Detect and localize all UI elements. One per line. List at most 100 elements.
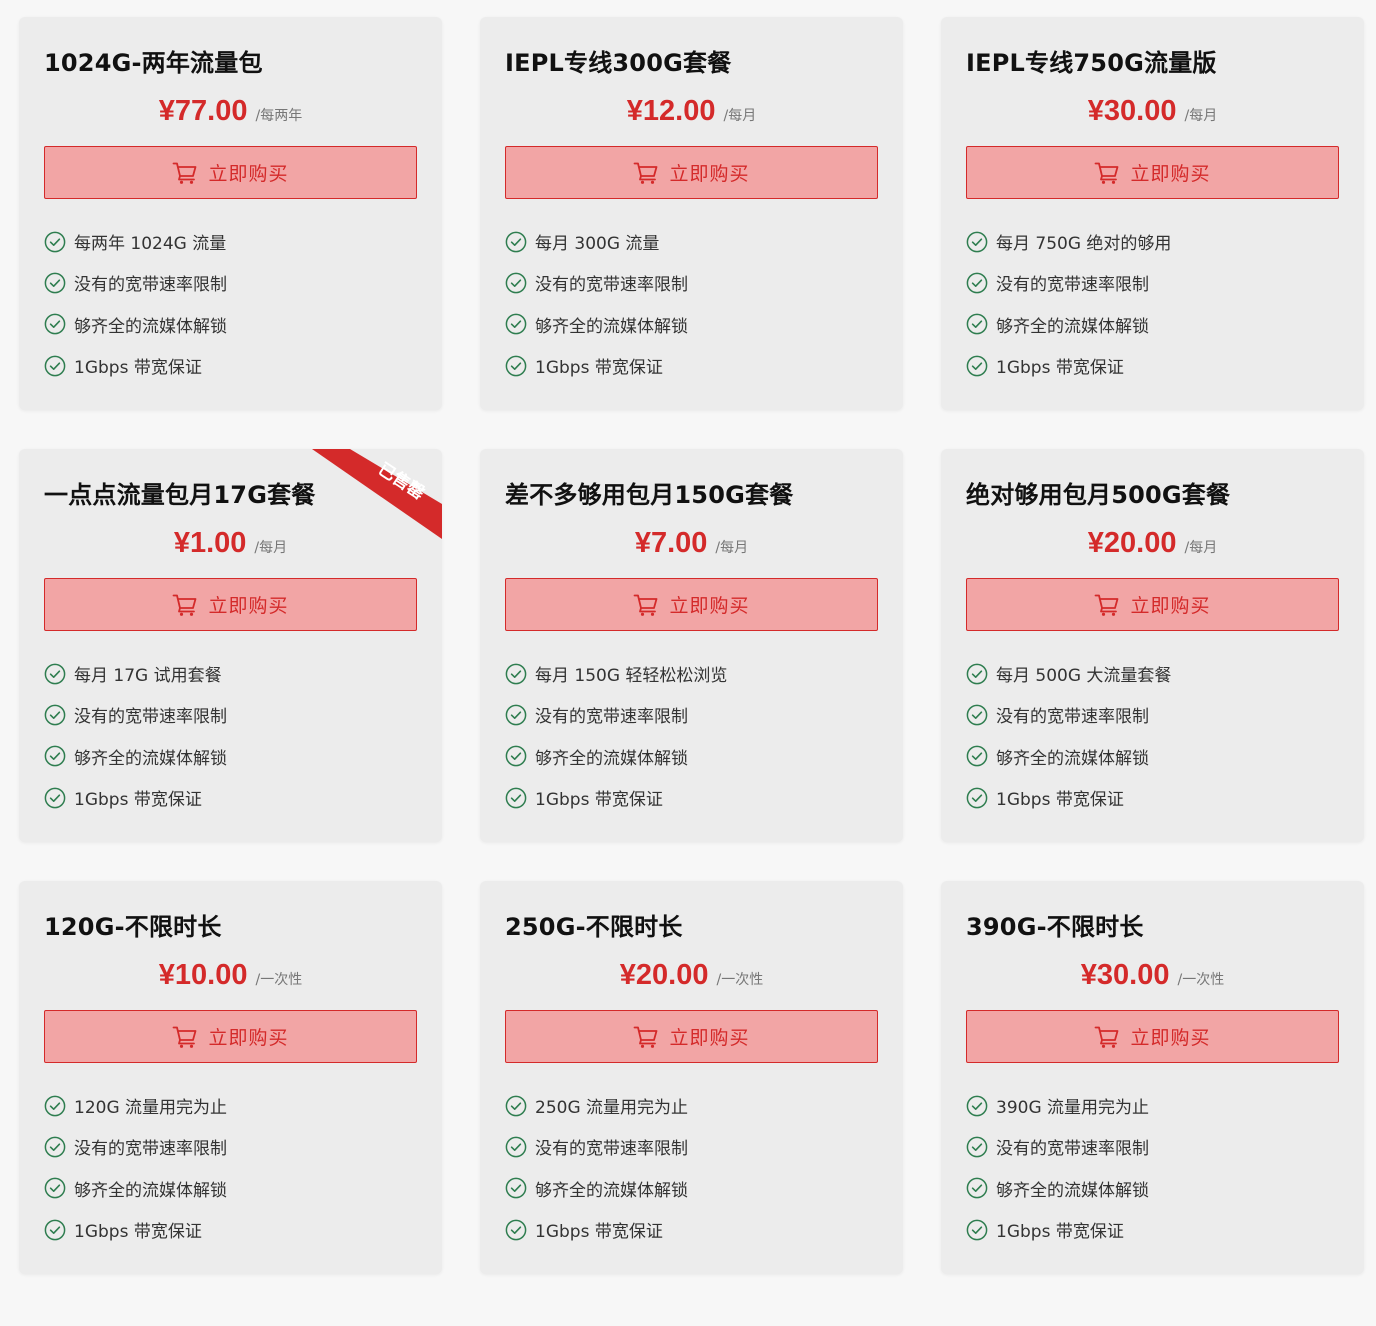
cart-icon: [173, 594, 197, 616]
check-circle-icon: [966, 231, 988, 252]
check-circle-icon: [966, 1177, 988, 1199]
feature-item: 1Gbps 带宽保证: [44, 345, 227, 386]
feature-item: 没有的宽带速率限制: [44, 694, 227, 735]
buy-now-button[interactable]: 立即购买: [44, 1010, 417, 1063]
check-circle-icon: [44, 1177, 66, 1199]
check-circle-icon: [44, 787, 66, 808]
plan-title: IEPL专线750G流量版: [966, 49, 1217, 77]
buy-now-button[interactable]: 立即购买: [44, 146, 417, 199]
feature-text: 够齐全的流媒体解锁: [996, 748, 1149, 769]
feature-text: 没有的宽带速率限制: [996, 275, 1149, 296]
check-circle-icon: [44, 663, 66, 684]
plan-period: /每月: [1184, 540, 1218, 556]
plan-card: 差不多够用包月150G套餐 ¥7.00/每月 立即购买 每月 150G 轻轻松松…: [480, 449, 903, 842]
feature-text: 1Gbps 带宽保证: [996, 358, 1124, 379]
check-circle-icon: [505, 355, 527, 376]
buy-now-button[interactable]: 立即购买: [966, 578, 1339, 631]
price-row: ¥30.00/每月: [941, 95, 1364, 128]
check-circle-icon: [44, 1136, 66, 1158]
plan-period: /一次性: [716, 972, 764, 988]
price-row: ¥7.00/每月: [480, 527, 903, 560]
feature-list: 每两年 1024G 流量没有的宽带速率限制 够齐全的流媒体解锁 1Gbps 带宽保证: [44, 221, 227, 386]
buy-now-label: 立即购买: [669, 595, 750, 617]
feature-text: 1Gbps 带宽保证: [74, 1222, 202, 1243]
feature-item: 够齐全的流媒体解锁: [966, 1168, 1149, 1209]
buy-now-label: 立即购买: [669, 1027, 750, 1049]
buy-now-button[interactable]: 立即购买: [505, 578, 878, 631]
plan-title: 120G-不限时长: [44, 913, 222, 941]
check-circle-icon: [505, 272, 527, 294]
feature-item: 够齐全的流媒体解锁: [44, 1168, 227, 1209]
price-row: ¥30.00/一次性: [941, 959, 1364, 992]
feature-item: 每月 150G 轻轻松松浏览: [505, 653, 727, 694]
check-circle-icon: [505, 704, 527, 726]
plan-card: IEPL专线750G流量版 ¥30.00/每月 立即购买 每月 750G 绝对的…: [941, 17, 1364, 410]
plan-price: ¥30.00: [1087, 95, 1177, 127]
feature-item: 没有的宽带速率限制: [505, 1126, 688, 1167]
feature-item: 没有的宽带速率限制: [966, 262, 1171, 303]
feature-item: 1Gbps 带宽保证: [966, 345, 1171, 386]
feature-text: 够齐全的流媒体解锁: [74, 748, 227, 769]
check-circle-icon: [44, 704, 66, 726]
feature-text: 没有的宽带速率限制: [74, 275, 227, 296]
plan-grid: 1024G-两年流量包 ¥77.00/每两年 立即购买 每两年 1024G 流量…: [19, 17, 1364, 1274]
plan-card: 390G-不限时长 ¥30.00/一次性 立即购买 390G 流量用完为止 没有的…: [941, 881, 1364, 1274]
buy-now-button[interactable]: 立即购买: [966, 1010, 1339, 1063]
feature-text: 没有的宽带速率限制: [996, 707, 1149, 728]
feature-list: 每月 17G 试用套餐没有的宽带速率限制够齐全的流媒体解锁 1Gbps 带宽保证: [44, 653, 227, 818]
feature-item: 1Gbps 带宽保证: [44, 777, 227, 818]
feature-list: 每月 150G 轻轻松松浏览 没有的宽带速率限制 够齐全的流媒体解锁 1Gbps 带宽…: [505, 653, 727, 818]
feature-text: 120G 流量用完为止: [74, 1098, 228, 1119]
plan-title: 250G-不限时长: [505, 913, 683, 941]
feature-list: 每月 500G 大流量套餐 没有的宽带速率限制 够齐全的流媒体解锁 1Gbps 带宽保…: [966, 653, 1171, 818]
check-circle-icon: [505, 231, 527, 252]
check-circle-icon: [966, 745, 988, 767]
check-circle-icon: [505, 1095, 527, 1116]
cart-icon: [634, 594, 658, 616]
feature-item: 每两年 1024G 流量: [44, 221, 227, 262]
feature-text: 够齐全的流媒体解锁: [996, 316, 1149, 337]
feature-item: 每月 300G 流量: [505, 221, 688, 262]
plan-period: /每月: [254, 540, 288, 556]
check-circle-icon: [44, 1219, 66, 1240]
check-circle-icon: [966, 704, 988, 726]
feature-item: 每月 17G 试用套餐: [44, 653, 227, 694]
plan-price: ¥10.00: [158, 959, 248, 991]
feature-item: 够齐全的流媒体解锁: [44, 304, 227, 345]
plan-price: ¥1.00: [173, 527, 247, 559]
buy-now-label: 立即购买: [1130, 163, 1211, 185]
feature-item: 够齐全的流媒体解锁: [505, 736, 727, 777]
feature-text: 每月 500G 大流量套餐: [996, 666, 1172, 687]
feature-text: 没有的宽带速率限制: [535, 1139, 688, 1160]
plan-card: 一点点流量包月17G套餐 ¥1.00/每月 立即购买 每月 17G 试用套餐 没有…: [19, 449, 442, 842]
cart-icon: [1095, 162, 1119, 184]
feature-list: 120G 流量用完为止 没有的宽带速率限制 够齐全的流媒体解锁 1Gbps 带宽保证: [44, 1085, 227, 1250]
feature-text: 每月 17G 试用套餐: [74, 666, 222, 687]
plan-card: IEPL专线300G套餐 ¥12.00/每月 立即购买 每月 300G 流量 没有…: [480, 17, 903, 410]
buy-now-label: 立即购买: [669, 163, 750, 185]
feature-text: 每月 300G 流量: [535, 234, 660, 255]
feature-item: 1Gbps 带宽保证: [44, 1209, 227, 1250]
feature-item: 够齐全的流媒体解锁: [44, 736, 227, 777]
feature-item: 没有的宽带速率限制: [966, 1126, 1149, 1167]
feature-text: 1Gbps 带宽保证: [996, 1222, 1124, 1243]
feature-text: 1Gbps 带宽保证: [535, 1222, 663, 1243]
plan-price: ¥7.00: [634, 527, 708, 559]
feature-item: 够齐全的流媒体解锁: [505, 304, 688, 345]
feature-item: 没有的宽带速率限制: [505, 694, 727, 735]
feature-text: 够齐全的流媒体解锁: [74, 316, 227, 337]
cart-icon: [173, 162, 197, 184]
feature-text: 够齐全的流媒体解锁: [74, 1180, 227, 1201]
buy-now-button[interactable]: 立即购买: [505, 146, 878, 199]
buy-now-button[interactable]: 立即购买: [505, 1010, 878, 1063]
price-row: ¥12.00/每月: [480, 95, 903, 128]
check-circle-icon: [44, 355, 66, 376]
buy-now-button[interactable]: 立即购买: [44, 578, 417, 631]
buy-now-button[interactable]: 立即购买: [966, 146, 1339, 199]
plan-period: /每月: [723, 108, 757, 124]
feature-item: 没有的宽带速率限制: [505, 262, 688, 303]
feature-list: 390G 流量用完为止 没有的宽带速率限制 够齐全的流媒体解锁 1Gbps 带宽保证: [966, 1085, 1149, 1250]
feature-text: 每月 750G 绝对的够用: [996, 234, 1172, 255]
plan-title: 绝对够用包月500G套餐: [966, 481, 1231, 509]
check-circle-icon: [966, 663, 988, 684]
